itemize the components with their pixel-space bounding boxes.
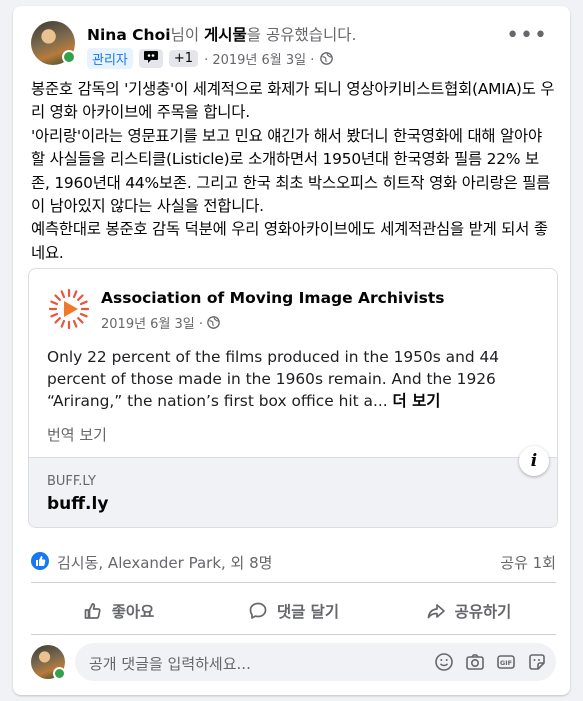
action-suffix: 을 공유했습니다. [246, 26, 357, 44]
svg-text:GIF: GIF [500, 659, 512, 667]
like-reaction-icon[interactable] [31, 552, 49, 570]
gif-icon[interactable]: GIF [495, 651, 517, 673]
divider [31, 634, 556, 635]
like-button[interactable]: 좋아요 [31, 591, 206, 631]
link-title[interactable]: buff.ly [47, 494, 108, 514]
divider [31, 582, 556, 583]
info-icon[interactable]: i [519, 446, 549, 476]
post-header-line: Nina Choi님이 게시물을 공유했습니다. [87, 23, 356, 45]
share-button[interactable]: 공유하기 [381, 591, 556, 631]
more-options-icon[interactable]: ••• [506, 25, 548, 47]
comment-composer: 공개 댓글을 입력하세요... GIF [31, 643, 556, 683]
share-arrow-icon [427, 604, 445, 619]
emoji-icon[interactable] [433, 651, 455, 673]
post-date[interactable]: · 2019년 6월 3일 · [204, 49, 314, 68]
sticker-icon[interactable] [526, 651, 548, 673]
page-logo-icon[interactable] [47, 287, 91, 331]
comment-bubble-icon [249, 602, 267, 619]
admin-badge[interactable]: 관리자 [87, 48, 133, 69]
camera-icon[interactable] [464, 651, 486, 673]
badge-icon[interactable] [138, 49, 163, 68]
link-domain: BUFF.LY [47, 474, 96, 489]
comment-button[interactable]: 댓글 달기 [206, 591, 381, 631]
share-count[interactable]: 공유 1회 [500, 552, 556, 573]
public-globe-icon [207, 316, 220, 329]
shared-post-date[interactable]: 2019년 6월 3일 · [101, 313, 203, 332]
share-label: 공유하기 [454, 603, 512, 621]
see-more-link[interactable]: 더 보기 [393, 392, 441, 410]
reaction-names[interactable]: 김시동, Alexander Park, 외 8명 [57, 552, 272, 573]
extra-badge-count[interactable]: +1 [168, 50, 199, 67]
reaction-summary: 김시동, Alexander Park, 외 8명 공유 1회 [31, 552, 556, 572]
comment-placeholder: 공개 댓글을 입력하세요... [89, 655, 251, 673]
page-name[interactable]: Association of Moving Image Archivists [101, 289, 445, 307]
comment-tools: GIF [433, 651, 548, 673]
shared-object-link[interactable]: 게시물 [204, 26, 247, 44]
action-prefix: 님이 [170, 26, 205, 44]
user-avatar[interactable] [31, 645, 66, 680]
shared-post-meta: 2019년 6월 3일 · [101, 313, 220, 332]
thumbs-up-icon [84, 602, 101, 619]
public-globe-icon [320, 52, 334, 65]
shared-post-text: Only 22 percent of the films produced in… [47, 346, 547, 412]
author-avatar[interactable] [31, 21, 76, 65]
comment-input[interactable]: 공개 댓글을 입력하세요... GIF [75, 643, 556, 681]
online-indicator [62, 50, 76, 64]
see-translation-link[interactable]: 번역 보기 [47, 424, 107, 445]
post-card: Nina Choi님이 게시물을 공유했습니다. 관리자 +1 · 2019년 … [13, 6, 570, 695]
online-indicator [53, 667, 66, 680]
post-meta: 관리자 +1 · 2019년 6월 3일 · [87, 48, 334, 69]
action-bar: 좋아요 댓글 달기 공유하기 [31, 591, 556, 631]
comment-label: 댓글 달기 [277, 603, 339, 621]
shared-post[interactable]: Association of Moving Image Archivists 2… [28, 268, 558, 528]
author-name[interactable]: Nina Choi [87, 26, 171, 44]
like-label: 좋아요 [111, 603, 155, 621]
post-header: Nina Choi님이 게시물을 공유했습니다. 관리자 +1 · 2019년 … [31, 21, 556, 71]
post-body: 봉준호 감독의 '기생충'이 세계적으로 화제가 되니 영상아키비스트협회(AM… [31, 80, 555, 262]
link-preview[interactable]: BUFF.LY buff.ly i [29, 446, 557, 527]
